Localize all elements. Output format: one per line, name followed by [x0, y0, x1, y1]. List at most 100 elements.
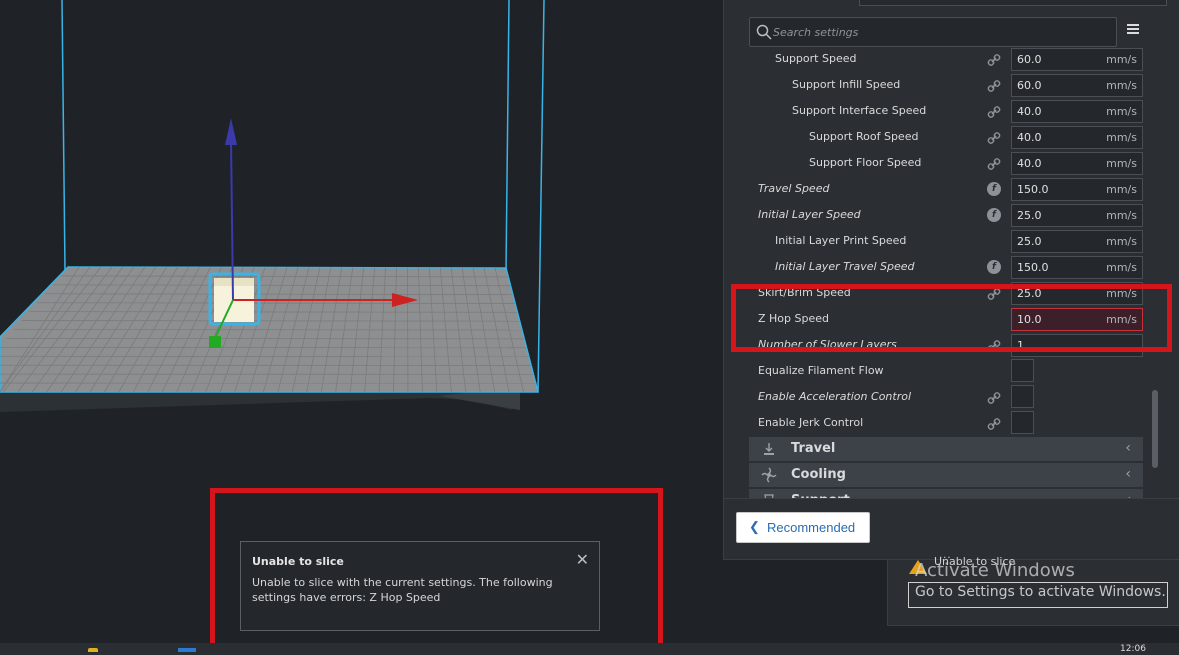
category-travel[interactable]: Travel ‹	[749, 437, 1143, 461]
setting-row: Initial Layer Speed f 25.0 mm/s	[724, 202, 1164, 228]
setting-label: Z Hop Speed	[758, 312, 829, 325]
setting-row: Skirt/Brim Speed 25.0 mm/s	[724, 280, 1164, 306]
function-icon[interactable]: f	[987, 260, 1001, 274]
setting-row: Initial Layer Travel Speed f 150.0 mm/s	[724, 254, 1164, 280]
setting-unit: mm/s	[1106, 157, 1137, 170]
category-label: Cooling	[791, 467, 846, 482]
setting-row: Enable Jerk Control	[724, 410, 1164, 436]
link-icon[interactable]	[987, 416, 1001, 430]
setting-value: 40.0	[1017, 105, 1042, 118]
link-icon[interactable]	[987, 156, 1001, 170]
setting-label: Support Speed	[775, 52, 857, 65]
setting-unit: mm/s	[1106, 287, 1137, 300]
setting-row: Support Speed 60.0 mm/s	[724, 48, 1164, 72]
category-cooling[interactable]: Cooling ‹	[749, 463, 1143, 487]
setting-unit: mm/s	[1106, 131, 1137, 144]
setting-label: Initial Layer Travel Speed	[775, 260, 915, 273]
setting-value: 40.0	[1017, 157, 1042, 170]
setting-field[interactable]: 40.0 mm/s	[1011, 152, 1143, 175]
app-icon[interactable]	[178, 648, 196, 652]
recommended-button[interactable]: ❮ Recommended	[736, 512, 870, 543]
link-icon[interactable]	[987, 286, 1001, 300]
setting-value: 60.0	[1017, 79, 1042, 92]
search-input[interactable]	[773, 22, 1103, 42]
link-icon[interactable]	[987, 52, 1001, 66]
setting-checkbox[interactable]	[1011, 411, 1034, 434]
link-icon[interactable]	[987, 104, 1001, 118]
settings-menu-button[interactable]	[1124, 22, 1142, 40]
activate-windows-title: Activate Windows	[915, 560, 1075, 581]
folder-icon[interactable]	[88, 648, 98, 652]
build-volume-edge	[61, 0, 66, 271]
setting-field[interactable]: 1	[1011, 334, 1143, 357]
travel-icon	[761, 441, 777, 457]
link-icon[interactable]	[987, 78, 1001, 92]
search-icon	[756, 24, 772, 40]
setting-row: Support Floor Speed 40.0 mm/s	[724, 150, 1164, 176]
settings-scrollbar[interactable]	[1152, 390, 1158, 468]
build-volume-edge	[537, 0, 545, 393]
setting-field[interactable]: 150.0 mm/s	[1011, 256, 1143, 279]
setting-value: 40.0	[1017, 131, 1042, 144]
setting-field-error[interactable]: 10.0 mm/s	[1011, 308, 1143, 331]
setting-label: Equalize Filament Flow	[758, 364, 884, 377]
setting-field[interactable]: 40.0 mm/s	[1011, 126, 1143, 149]
setting-value: 25.0	[1017, 209, 1042, 222]
setting-row: Enable Acceleration Control	[724, 384, 1164, 410]
setting-row: Equalize Filament Flow	[724, 358, 1164, 384]
setting-row: Support Interface Speed 40.0 mm/s	[724, 98, 1164, 124]
setting-unit: mm/s	[1106, 183, 1137, 196]
search-settings-box[interactable]	[749, 17, 1117, 47]
setting-unit: mm/s	[1106, 79, 1137, 92]
setting-field[interactable]: 40.0 mm/s	[1011, 100, 1143, 123]
link-icon[interactable]	[987, 390, 1001, 404]
setting-label: Initial Layer Speed	[758, 208, 861, 221]
setting-value: 60.0	[1017, 53, 1042, 66]
chevron-left-icon: ❮	[749, 519, 760, 534]
setting-checkbox[interactable]	[1011, 385, 1034, 408]
link-icon[interactable]	[987, 338, 1001, 352]
dialog-title: Unable to slice	[252, 555, 344, 568]
setting-unit: mm/s	[1106, 209, 1137, 222]
setting-field[interactable]: 60.0 mm/s	[1011, 74, 1143, 97]
category-support[interactable]: Support‹	[749, 489, 1143, 498]
setting-label: Support Infill Speed	[792, 78, 901, 91]
panel-header-strip	[859, 0, 1167, 6]
activate-windows-subtitle: Go to Settings to activate Windows.	[915, 584, 1166, 600]
settings-list[interactable]: Support Speed 60.0 mm/s Support Infill Spee…	[724, 48, 1164, 498]
setting-field[interactable]: 60.0 mm/s	[1011, 48, 1143, 71]
setting-label: Support Interface Speed	[792, 104, 927, 117]
category-label: Travel	[791, 441, 836, 456]
setting-row: Z Hop Speed 10.0 mm/s	[724, 306, 1164, 332]
setting-value: 25.0	[1017, 235, 1042, 248]
setting-checkbox[interactable]	[1011, 359, 1034, 382]
setting-field[interactable]: 25.0 mm/s	[1011, 204, 1143, 227]
setting-value: 150.0	[1017, 183, 1049, 196]
setting-field[interactable]: 25.0 mm/s	[1011, 282, 1143, 305]
link-icon[interactable]	[987, 130, 1001, 144]
setting-label: Enable Jerk Control	[758, 416, 864, 429]
function-icon[interactable]: f	[987, 182, 1001, 196]
setting-row: Initial Layer Print Speed 25.0 mm/s	[724, 228, 1164, 254]
chevron-left-icon: ‹	[1125, 466, 1131, 482]
setting-label: Support Floor Speed	[809, 156, 922, 169]
setting-label: Support Roof Speed	[809, 130, 919, 143]
model-cube	[214, 282, 254, 322]
setting-unit: mm/s	[1106, 235, 1137, 248]
close-icon[interactable]: ✕	[576, 550, 589, 569]
setting-unit: mm/s	[1106, 261, 1137, 274]
build-volume-edge	[505, 0, 510, 271]
chevron-left-icon: ‹	[1125, 440, 1131, 456]
function-icon[interactable]: f	[987, 208, 1001, 222]
setting-row: Number of Slower Layers 1	[724, 332, 1164, 358]
setting-label: Enable Acceleration Control	[758, 390, 912, 403]
setting-field[interactable]: 25.0 mm/s	[1011, 230, 1143, 253]
print-settings-panel: Support Speed60.0mm/sSupport Infill Spee…	[723, 0, 1179, 560]
setting-field[interactable]: 150.0 mm/s	[1011, 178, 1143, 201]
setting-row: Support Roof Speed 40.0 mm/s	[724, 124, 1164, 150]
setting-row: Travel Speed f 150.0 mm/s	[724, 176, 1164, 202]
setting-label: Number of Slower Layers	[758, 338, 897, 351]
hamburger-icon	[1127, 24, 1139, 26]
setting-label: Initial Layer Print Speed	[775, 234, 907, 247]
unable-to-slice-dialog: Unable to slice ✕ Unable to slice with t…	[240, 541, 600, 631]
